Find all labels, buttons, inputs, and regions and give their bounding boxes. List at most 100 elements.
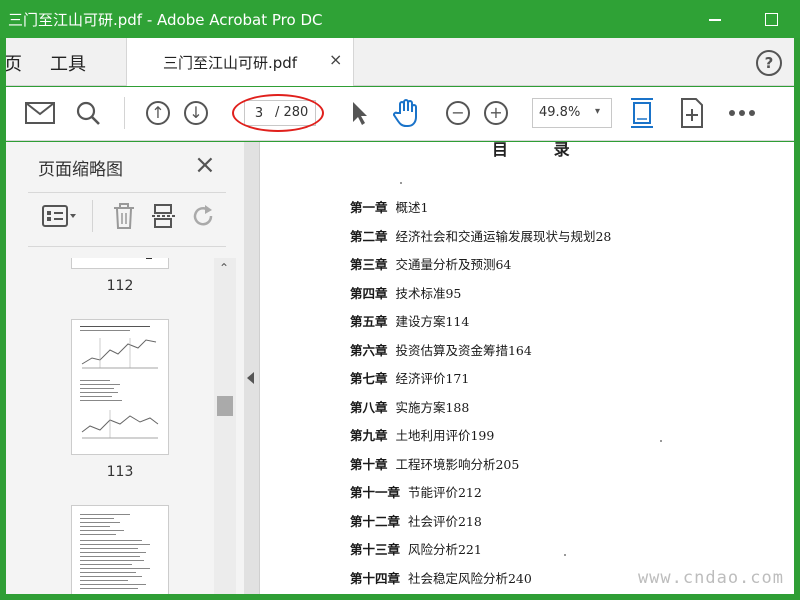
arrow-up-icon: ↑: [146, 101, 170, 125]
toc-title: 实施方案: [395, 399, 446, 415]
page-tools-icon: [681, 98, 703, 128]
panel-divider: [28, 192, 226, 193]
maximize-button[interactable]: [760, 9, 782, 31]
help-icon[interactable]: ?: [756, 50, 782, 76]
toc-page-number: 218: [457, 513, 482, 529]
toc-title: 社会稳定风险分析: [407, 570, 508, 586]
toc-heading: 目 录: [492, 142, 590, 159]
chevron-down-icon: ▾: [595, 106, 601, 117]
toolbar: ↑ ↓ / 280 − + 49.8% ▾: [6, 87, 794, 141]
previous-page-button[interactable]: ↑: [142, 97, 174, 129]
document-tab[interactable]: 三门至江山可研.pdf ×: [126, 38, 354, 86]
page-thumbnail[interactable]: [72, 320, 168, 454]
scrollbar-thumb[interactable]: [217, 396, 233, 416]
page-total: / 280: [275, 105, 309, 120]
select-tool-button[interactable]: [344, 97, 376, 129]
scroll-up-icon[interactable]: ⌃: [219, 261, 229, 275]
trash-icon: [114, 203, 134, 229]
scan-speck: [564, 554, 566, 556]
toc-page-number: 199: [470, 428, 495, 443]
collapse-left-icon[interactable]: [247, 372, 254, 384]
toc-page-number: 221: [457, 542, 482, 557]
delete-page-button[interactable]: [110, 202, 138, 230]
fit-page-button[interactable]: [626, 97, 658, 129]
toc-row[interactable]: 第六章 投资估算及资金筹措164: [350, 340, 712, 360]
menu-tools[interactable]: 工具: [50, 50, 86, 76]
thumbnail-scrollbar[interactable]: ⌃: [214, 258, 236, 594]
toc-row[interactable]: 第三章 交通量分析及预测64: [350, 254, 712, 274]
toc-row[interactable]: 第九章 土地利用评价199: [350, 425, 712, 445]
page-thumbnail[interactable]: [72, 258, 168, 268]
minimize-button[interactable]: [704, 9, 726, 31]
toc-chapter: 第九章: [350, 428, 388, 443]
fit-page-icon: [631, 98, 653, 128]
document-tab-label: 三门至江山可研.pdf: [163, 54, 298, 72]
toc-row[interactable]: 第八章 实施方案188: [350, 397, 712, 417]
cursor-icon: [353, 102, 367, 125]
toc-chapter: 第十章: [350, 456, 388, 472]
toc-title: 节能评价: [407, 485, 458, 500]
window-title: 三门至江山可研.pdf - Adobe Acrobat Pro DC: [8, 11, 323, 29]
zoom-dropdown[interactable]: 49.8% ▾: [532, 98, 612, 128]
rotate-icon: [193, 205, 213, 226]
toc-title: 土地利用评价: [395, 428, 471, 443]
toc-chapter: 第六章: [350, 342, 388, 358]
toc-page-number: 1: [420, 200, 429, 215]
next-page-button[interactable]: ↓: [180, 97, 212, 129]
options-icon: [42, 205, 76, 227]
rotate-page-button[interactable]: [190, 202, 218, 230]
page-tools-button[interactable]: [676, 97, 708, 129]
thumbnail-list: 112 113: [28, 258, 214, 594]
toc-row[interactable]: 第四章 技术标准95: [350, 283, 712, 303]
menu-home[interactable]: 页: [4, 50, 22, 76]
toc-chapter: 第七章: [350, 371, 388, 386]
page-thumbnail[interactable]: [72, 506, 168, 594]
toc-title: 交通量分析及预测: [395, 257, 496, 272]
zoom-in-button[interactable]: +: [480, 97, 512, 129]
zoom-out-button[interactable]: −: [442, 97, 474, 129]
search-icon[interactable]: [72, 97, 104, 129]
toc-row[interactable]: 第十二章 社会评价218: [350, 511, 712, 531]
title-bar: 三门至江山可研.pdf - Adobe Acrobat Pro DC: [0, 0, 800, 38]
thumbnail-label: 112: [106, 278, 134, 294]
toc-row[interactable]: 第十一章 节能评价212: [350, 482, 712, 502]
hand-tool-button[interactable]: [390, 97, 422, 129]
toc-chapter: 第十四章: [350, 570, 401, 586]
toc-title: 工程环境影响分析: [395, 456, 496, 472]
toc-row[interactable]: 第七章 经济评价171: [350, 368, 712, 388]
panel-divider: [28, 246, 226, 247]
toc-row[interactable]: 第十章 工程环境影响分析205: [350, 454, 712, 474]
zoom-out-icon: −: [446, 101, 470, 125]
page-number-box: / 280: [244, 100, 316, 126]
panel-collapse-strip[interactable]: [244, 142, 260, 594]
toc-row[interactable]: 第五章 建设方案114: [350, 311, 712, 331]
thumbnail-options-button[interactable]: [40, 202, 80, 230]
more-button[interactable]: [726, 97, 758, 129]
panel-close-icon[interactable]: ×: [194, 150, 216, 180]
extract-page-button[interactable]: [150, 202, 178, 230]
toc-row[interactable]: 第一章 概述1: [350, 197, 712, 217]
toc-row[interactable]: 第二章 经济社会和交通运输发展现状与规划28: [350, 226, 712, 246]
panel-divider-vertical: [92, 200, 93, 232]
page-break-icon: [152, 204, 176, 228]
zoom-in-icon: +: [484, 101, 508, 125]
toc-title: 经济评价: [395, 371, 446, 386]
panel-tab-notch: [6, 158, 16, 182]
toc-chapter: 第十二章: [350, 513, 401, 529]
panel-title: 页面缩略图: [38, 160, 123, 180]
toc-title: 概述: [395, 200, 421, 215]
tab-close-icon[interactable]: ×: [329, 50, 342, 69]
tab-bar: 页 工具 三门至江山可研.pdf × ?: [4, 38, 794, 86]
toc-chapter: 第一章: [350, 200, 388, 215]
toc-page-number: 212: [457, 485, 482, 500]
toc-page-number: 114: [445, 314, 470, 329]
document-view[interactable]: 目 录 第一章 概述1 第二章 经济社会和交通运输发展现状与规划28 第三章 交通量…: [260, 142, 794, 594]
window-frame-bottom: [0, 594, 800, 600]
toc-row[interactable]: 第十三章 风险分析221: [350, 539, 712, 559]
toc-chapter: 第四章: [350, 285, 388, 301]
toc-title: 社会评价: [407, 513, 458, 529]
arrow-down-icon: ↓: [184, 101, 208, 125]
page-number-input[interactable]: [245, 101, 273, 125]
toc-page-number: 188: [445, 399, 470, 415]
mail-icon[interactable]: [24, 97, 56, 129]
